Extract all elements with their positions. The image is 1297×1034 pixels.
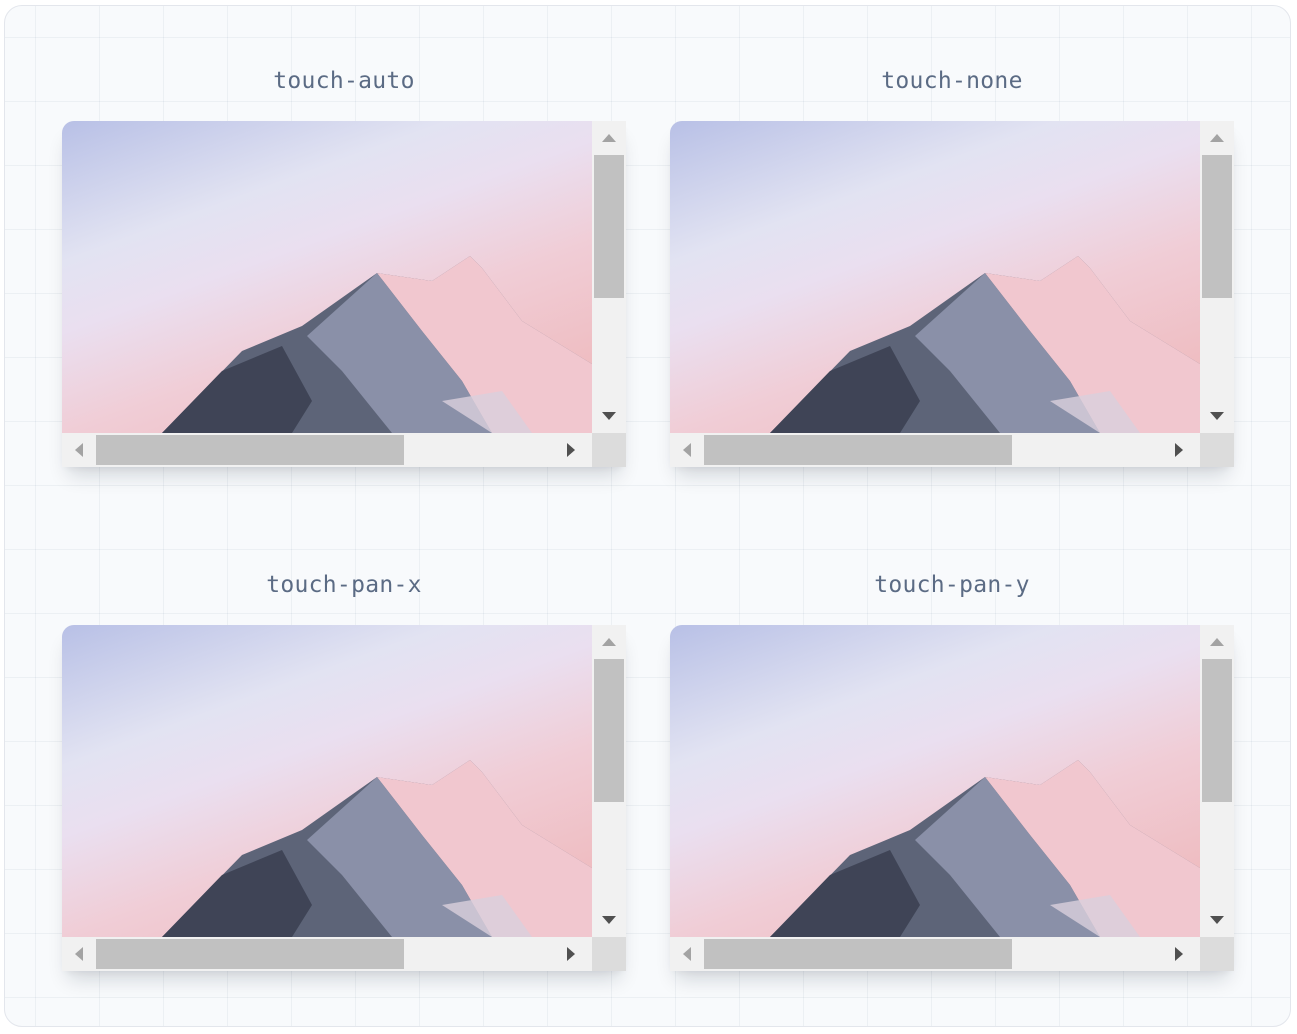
scrollbar-corner	[1200, 433, 1234, 467]
triangle-down-icon[interactable]	[602, 412, 616, 420]
triangle-up-icon[interactable]	[602, 638, 616, 646]
triangle-left-icon[interactable]	[683, 947, 691, 961]
triangle-down-icon[interactable]	[602, 916, 616, 924]
triangle-left-icon[interactable]	[75, 947, 83, 961]
horizontal-scroll-thumb[interactable]	[96, 939, 404, 969]
horizontal-scroll-thumb[interactable]	[704, 939, 1012, 969]
vertical-scrollbar[interactable]	[1200, 625, 1234, 937]
scrollbar-corner	[592, 433, 626, 467]
triangle-right-icon[interactable]	[1175, 947, 1183, 961]
triangle-up-icon[interactable]	[1210, 638, 1224, 646]
vertical-scrollbar[interactable]	[592, 121, 626, 433]
scroll-container-touch-pan-y[interactable]	[670, 625, 1234, 971]
scroll-container-touch-none[interactable]	[670, 121, 1234, 467]
scrollbar-corner	[592, 937, 626, 971]
horizontal-scrollbar[interactable]	[62, 937, 592, 971]
horizontal-scrollbar[interactable]	[670, 937, 1200, 971]
scroll-container-touch-pan-x[interactable]	[62, 625, 626, 971]
triangle-right-icon[interactable]	[567, 947, 575, 961]
demo-label-touch-pan-x: touch-pan-x	[266, 572, 422, 598]
horizontal-scrollbar[interactable]	[670, 433, 1200, 467]
mountain-image	[62, 625, 592, 937]
mountain-image	[670, 625, 1200, 937]
triangle-down-icon[interactable]	[1210, 916, 1224, 924]
triangle-right-icon[interactable]	[1175, 443, 1183, 457]
demo-label-touch-none: touch-none	[881, 68, 1023, 94]
scrollbar-corner	[1200, 937, 1234, 971]
vertical-scroll-thumb[interactable]	[594, 155, 624, 298]
scroll-container-touch-auto[interactable]	[62, 121, 626, 467]
demo-canvas: touch-auto touch-none touch-pan-x touch-…	[4, 5, 1291, 1027]
triangle-up-icon[interactable]	[1210, 134, 1224, 142]
triangle-left-icon[interactable]	[75, 443, 83, 457]
horizontal-scrollbar[interactable]	[62, 433, 592, 467]
vertical-scroll-thumb[interactable]	[594, 659, 624, 802]
vertical-scroll-thumb[interactable]	[1202, 659, 1232, 802]
demo-label-touch-pan-y: touch-pan-y	[874, 572, 1030, 598]
mountain-image	[670, 121, 1200, 433]
demo-label-touch-auto: touch-auto	[273, 68, 415, 94]
mountain-image	[62, 121, 592, 433]
triangle-left-icon[interactable]	[683, 443, 691, 457]
vertical-scroll-thumb[interactable]	[1202, 155, 1232, 298]
triangle-right-icon[interactable]	[567, 443, 575, 457]
triangle-up-icon[interactable]	[602, 134, 616, 142]
vertical-scrollbar[interactable]	[1200, 121, 1234, 433]
horizontal-scroll-thumb[interactable]	[96, 435, 404, 465]
vertical-scrollbar[interactable]	[592, 625, 626, 937]
horizontal-scroll-thumb[interactable]	[704, 435, 1012, 465]
triangle-down-icon[interactable]	[1210, 412, 1224, 420]
